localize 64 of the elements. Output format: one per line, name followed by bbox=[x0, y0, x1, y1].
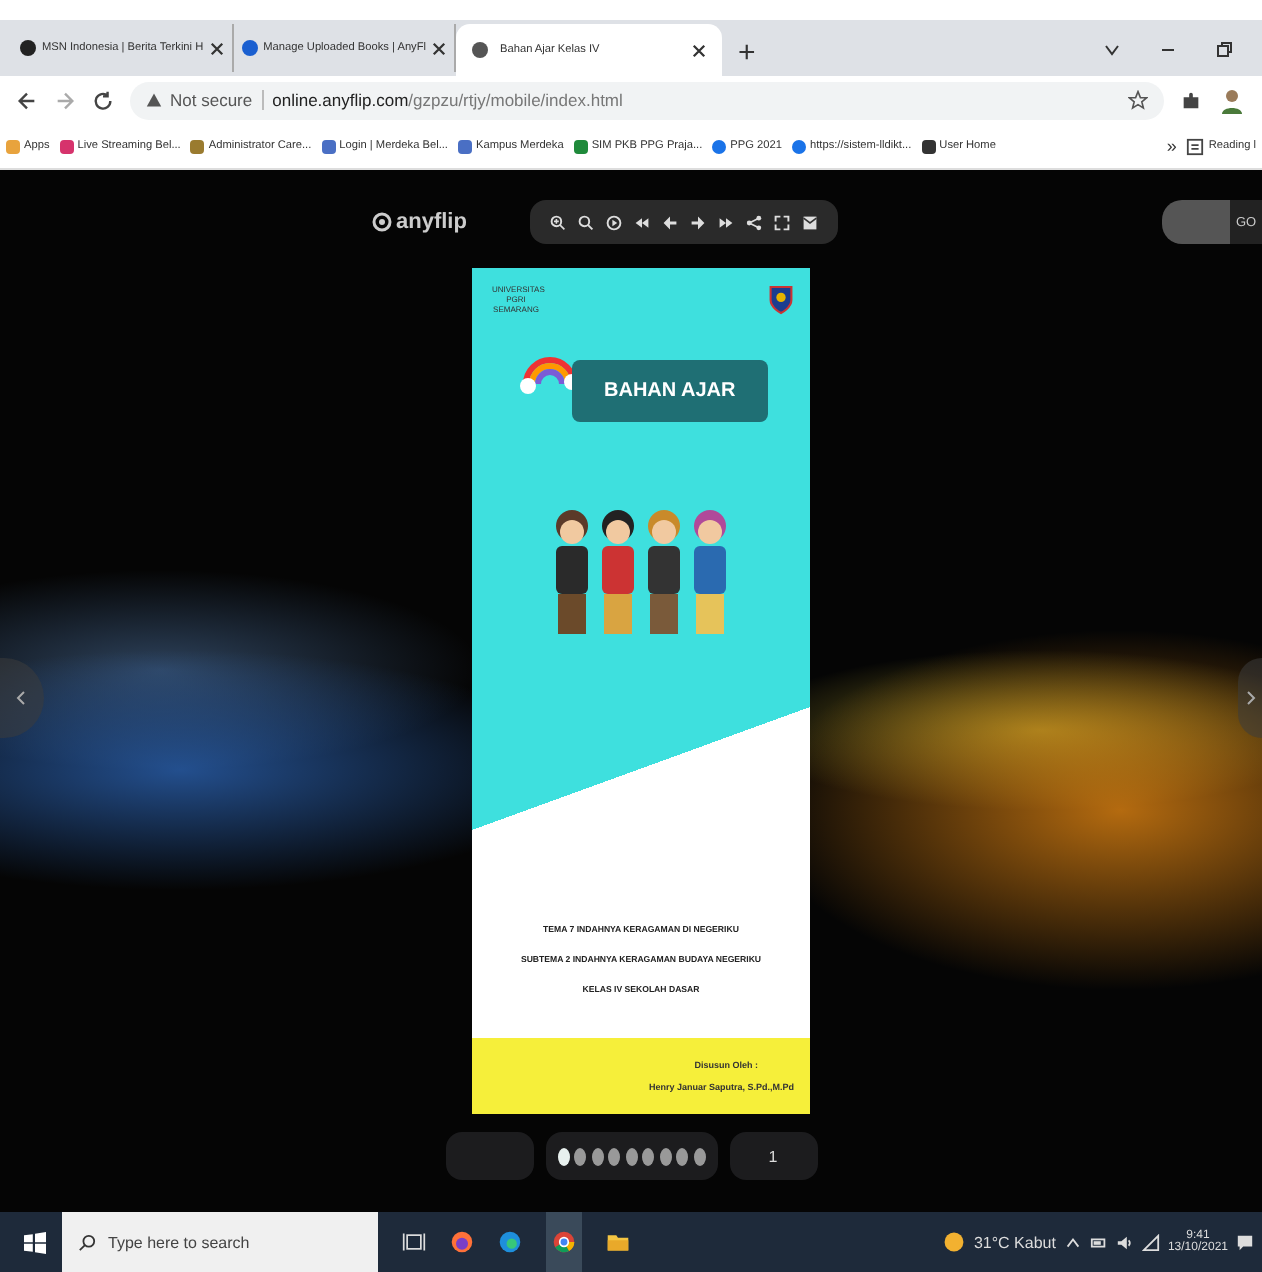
url-text: online.anyflip.com/gzpzu/rtjy/mobile/index.html bbox=[272, 90, 623, 110]
chevron-up-icon[interactable] bbox=[1063, 1233, 1082, 1251]
address-field[interactable]: Not secure online.anyflip.com/gzpzu/rtjy/mobile/index.html bbox=[130, 81, 1164, 119]
restore-icon[interactable] bbox=[1214, 40, 1234, 60]
bookmark-icon bbox=[190, 139, 205, 153]
page-dot[interactable] bbox=[557, 1147, 569, 1165]
taskbar-search-field[interactable]: Type here to search bbox=[62, 1212, 378, 1272]
bookmark-icon bbox=[573, 139, 588, 153]
page-dot[interactable] bbox=[659, 1147, 671, 1165]
bookmark-icon bbox=[321, 139, 336, 153]
share-icon[interactable] bbox=[746, 213, 763, 231]
zoom-in-icon[interactable] bbox=[550, 213, 567, 231]
new-tab-button[interactable]: + bbox=[722, 28, 772, 76]
book-title: BAHAN AJAR bbox=[572, 360, 768, 422]
page-dot[interactable] bbox=[591, 1147, 603, 1165]
chevron-down-icon[interactable] bbox=[1102, 40, 1122, 60]
next-page-button[interactable] bbox=[1238, 657, 1262, 737]
page-dot[interactable] bbox=[608, 1147, 620, 1165]
firefox-icon[interactable] bbox=[450, 1230, 474, 1254]
page-dot[interactable] bbox=[642, 1147, 654, 1165]
close-icon[interactable] bbox=[432, 41, 447, 55]
previous-page-icon[interactable] bbox=[662, 213, 679, 231]
puzzle-icon[interactable] bbox=[1180, 89, 1202, 111]
page-number: 1 bbox=[729, 1132, 817, 1180]
page-dot[interactable] bbox=[625, 1147, 637, 1165]
search-icon bbox=[78, 1233, 96, 1251]
page-dot[interactable] bbox=[693, 1147, 705, 1165]
bookmark-icon bbox=[457, 139, 472, 153]
page-dot[interactable] bbox=[676, 1147, 688, 1165]
windows-start-icon[interactable] bbox=[24, 1231, 46, 1253]
page-dot[interactable] bbox=[574, 1147, 586, 1165]
next-page-icon[interactable] bbox=[690, 213, 707, 231]
list-icon bbox=[1186, 137, 1205, 155]
close-icon[interactable] bbox=[209, 41, 224, 55]
star-icon[interactable] bbox=[1128, 90, 1148, 110]
speaker-icon[interactable] bbox=[1115, 1233, 1134, 1251]
anyflip-logo: anyflip bbox=[372, 210, 467, 234]
autoplay-icon[interactable] bbox=[606, 213, 623, 231]
chrome-icon[interactable] bbox=[546, 1212, 582, 1272]
page-input-field[interactable] bbox=[1162, 200, 1230, 244]
warning-icon bbox=[146, 92, 162, 108]
close-icon[interactable] bbox=[692, 43, 707, 57]
edge-icon[interactable] bbox=[498, 1230, 522, 1254]
wifi-icon[interactable] bbox=[1141, 1233, 1160, 1251]
task-view-icon[interactable] bbox=[402, 1230, 426, 1254]
battery-icon[interactable] bbox=[1089, 1233, 1108, 1251]
zoom-out-icon[interactable] bbox=[578, 213, 595, 231]
weather-text[interactable]: 31°C Kabut bbox=[973, 1233, 1056, 1251]
more-bookmarks-button[interactable]: » bbox=[1166, 136, 1177, 156]
notification-icon[interactable] bbox=[1236, 1233, 1254, 1251]
thumbnail-button[interactable] bbox=[445, 1132, 533, 1180]
folder-icon[interactable] bbox=[606, 1230, 630, 1254]
weather-icon bbox=[941, 1230, 966, 1254]
security-label: Not secure bbox=[170, 90, 265, 110]
back-icon[interactable] bbox=[16, 89, 38, 111]
first-page-icon[interactable] bbox=[634, 213, 651, 231]
mail-icon[interactable] bbox=[802, 213, 819, 231]
avatar-icon[interactable] bbox=[1218, 86, 1246, 114]
last-page-icon[interactable] bbox=[718, 213, 735, 231]
reload-icon[interactable] bbox=[92, 89, 114, 111]
fullscreen-icon[interactable] bbox=[774, 213, 791, 231]
bookmark-icon bbox=[59, 139, 74, 153]
bookmark-icon bbox=[921, 139, 936, 153]
emblem-icon bbox=[768, 284, 794, 316]
